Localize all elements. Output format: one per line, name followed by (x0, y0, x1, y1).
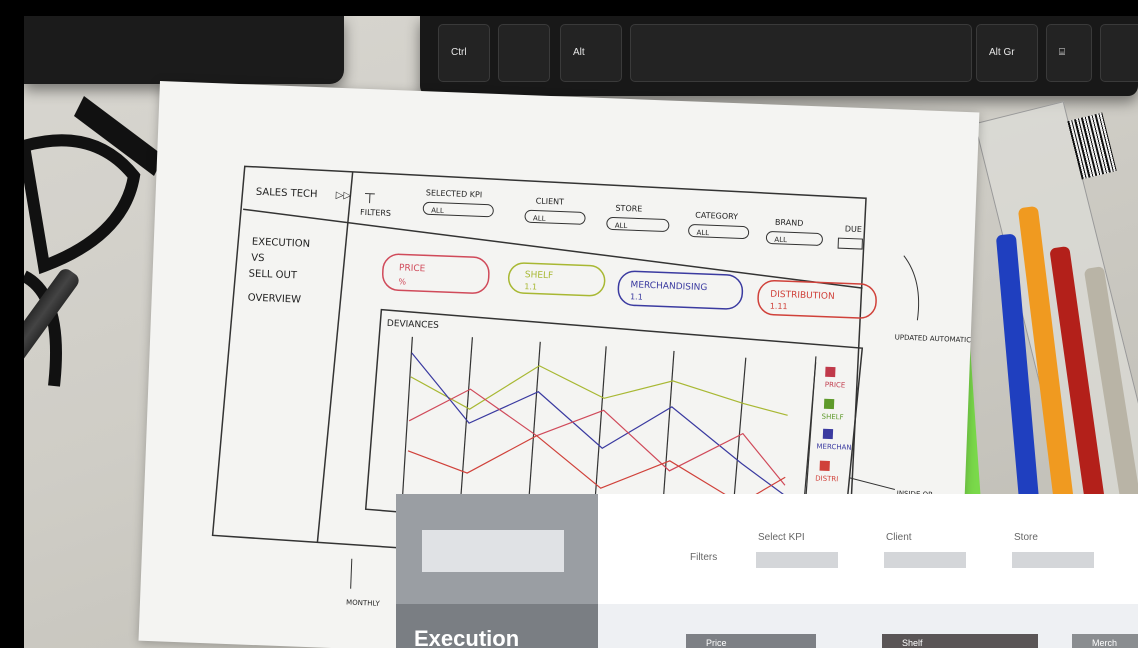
sketch-app-title: SALES TECH (256, 187, 318, 200)
svg-text:PRICE: PRICE (825, 381, 846, 390)
sketch-filter-value: ALL (533, 214, 546, 222)
sketch-chart-title: DEVIANCES (387, 319, 440, 331)
keyboard-left (24, 16, 344, 84)
mockup-sidebar: Execution (396, 494, 598, 648)
sketch-legend: PRICE SHELF MERCHAN DISTRI (815, 366, 852, 483)
mockup-kpi-card[interactable]: Merch (1072, 634, 1138, 648)
key-altgr: Alt Gr (976, 24, 1038, 82)
mockup-filter-label: Store (1014, 532, 1038, 543)
svg-text:1.1: 1.1 (524, 282, 537, 291)
keyboard: Ctrl Alt Alt Gr ⌸ (420, 16, 1138, 96)
key-ctrl-right (1100, 24, 1138, 82)
svg-text:MERCHAN: MERCHAN (816, 442, 851, 451)
sketch-filter-value: ALL (774, 236, 787, 244)
sketch-filter-icon: ⊤ (363, 191, 376, 207)
mockup-logo-placeholder (422, 530, 564, 572)
mockup-filter-select[interactable] (756, 552, 838, 568)
mockup-header: Filters Select KPI Client Store (598, 494, 1138, 604)
sketch-kpi-card: PRICE % (382, 253, 490, 294)
photo-border-left (0, 0, 24, 648)
svg-text:1.11: 1.11 (770, 302, 788, 312)
key-ctrl: Ctrl (438, 24, 490, 82)
sketch-filter-label: BRAND (775, 218, 804, 228)
sketch-filter-label: CATEGORY (695, 211, 738, 222)
sketch-filters-label: FILTERS (360, 208, 391, 218)
key-blank (498, 24, 550, 82)
mockup-filter-label: Client (886, 532, 912, 543)
sketch-forward-icon: ▷▷ (336, 190, 352, 202)
sketch-line-merch (411, 352, 785, 496)
mockup-filters-label: Filters (690, 552, 718, 563)
svg-text:1.1: 1.1 (630, 292, 643, 301)
mockup-overlay: Execution Filters Select KPI Client Stor… (396, 494, 1138, 648)
sketch-nav-line1: EXECUTION (252, 237, 311, 250)
mockup-filter-select[interactable] (884, 552, 966, 568)
mockup-filter-label: Select KPI (758, 532, 805, 543)
sketch-note-right: UPDATED AUTOMATICALLY (895, 333, 980, 345)
svg-text:SHELF: SHELF (525, 270, 554, 281)
svg-text:%: % (398, 277, 406, 286)
sketch-nav-line3: SELL OUT (248, 269, 298, 282)
sketch-filter-label: DUE (845, 224, 862, 234)
sketch-kpi-card: MERCHANDISING 1.1 (617, 270, 744, 310)
sketch-nav-overview: OVERVIEW (248, 293, 302, 306)
key-alt: Alt (560, 24, 622, 82)
sketch-filter-value: ALL (696, 229, 709, 237)
mockup-filter-select[interactable] (1012, 552, 1094, 568)
svg-text:DISTRI: DISTRI (815, 474, 838, 483)
sketch-kpi-card: SHELF 1.1 (507, 262, 606, 297)
svg-text:DISTRIBUTION: DISTRIBUTION (770, 290, 835, 302)
sketch-filter-value: ALL (431, 207, 444, 215)
sketch-kpi-card: DISTRIBUTION 1.11 (757, 279, 877, 319)
mockup-kpi-card[interactable]: Shelf (882, 634, 1038, 648)
mockup-kpi-card[interactable]: Price (686, 634, 816, 648)
svg-text:PRICE: PRICE (399, 263, 426, 274)
photo-border-top (0, 0, 1138, 16)
sketch-nav-line2: VS (251, 253, 265, 264)
key-space (630, 24, 972, 82)
sketch-filter-label: STORE (615, 204, 642, 214)
key-menu: ⌸ (1046, 24, 1092, 82)
svg-text:SHELF: SHELF (821, 413, 843, 422)
sketch-filter-label: CLIENT (535, 197, 564, 207)
sketch-filter-value: ALL (615, 222, 628, 230)
svg-text:MERCHANDISING: MERCHANDISING (630, 280, 707, 293)
sketch-note-bottom: MONTHLY (346, 599, 381, 608)
sketch-filter-label: SELECTED KPI (426, 188, 483, 199)
mockup-section-title: Execution (414, 626, 520, 648)
